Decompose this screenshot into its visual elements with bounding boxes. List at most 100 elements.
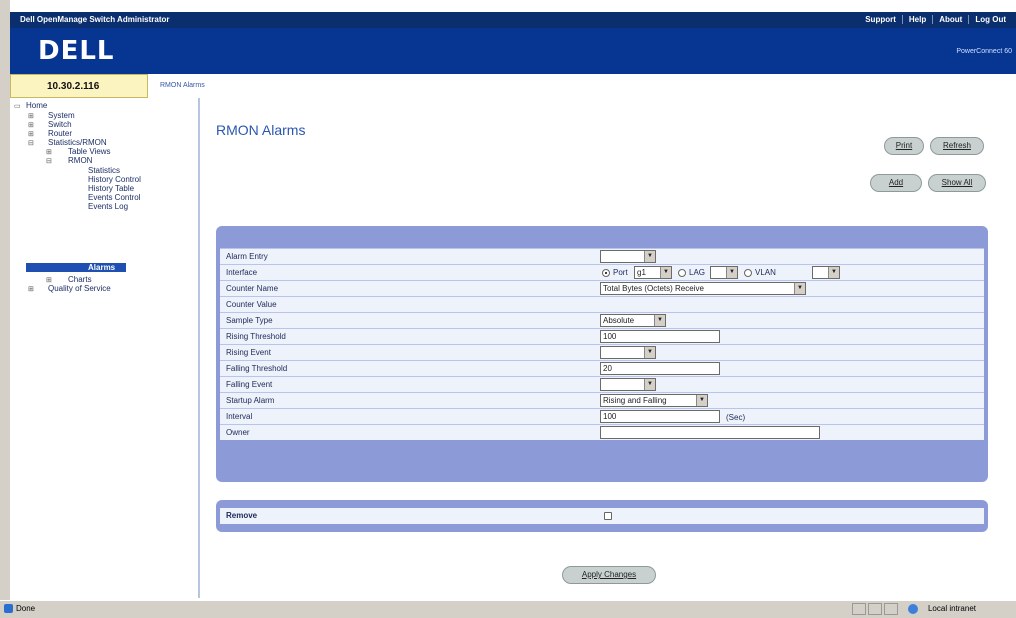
tree-item-events-log[interactable]: Events Log bbox=[88, 202, 128, 211]
interval-input[interactable]: 100 bbox=[600, 410, 720, 423]
print-button[interactable]: Print bbox=[884, 137, 924, 155]
interval-label: Interval bbox=[226, 412, 253, 421]
lag-label: LAG bbox=[689, 268, 706, 277]
lag-select[interactable]: ▼ bbox=[710, 266, 738, 279]
support-link[interactable]: Support bbox=[859, 15, 902, 24]
rising-event-row: Rising Event ▼ bbox=[220, 344, 984, 360]
owner-input[interactable] bbox=[600, 426, 820, 439]
tree-item-system[interactable]: System bbox=[48, 111, 75, 120]
tree-item-charts[interactable]: Charts bbox=[68, 275, 92, 284]
falling-event-label: Falling Event bbox=[226, 380, 273, 389]
browser-status-bar: Done Local intranet bbox=[0, 600, 1016, 618]
title-bar: Dell OpenManage Switch Administrator Sup… bbox=[10, 12, 1016, 28]
owner-label: Owner bbox=[226, 428, 250, 437]
top-links: Support Help About Log Out bbox=[859, 15, 1012, 24]
tree-item-events-control[interactable]: Events Control bbox=[88, 193, 140, 202]
rising-threshold-row: Rising Threshold 100 bbox=[220, 328, 984, 344]
sample-type-row: Sample Type Absolute ▼ bbox=[220, 312, 984, 328]
startup-alarm-label: Startup Alarm bbox=[226, 396, 275, 405]
breadcrumb-current[interactable]: RMON Alarms bbox=[160, 82, 205, 89]
dropdown-arrow-icon: ▼ bbox=[696, 395, 707, 406]
page-title: RMON Alarms bbox=[216, 122, 306, 138]
security-zone: Local intranet bbox=[927, 604, 976, 613]
expand-plus-icon[interactable]: ⊞ bbox=[46, 148, 52, 156]
dell-logo: DELL bbox=[38, 36, 115, 66]
navigation-tree: ▭ Home ⊞ System ⊞ Switch ⊞ Router ⊟ Stat… bbox=[10, 98, 200, 598]
help-link[interactable]: Help bbox=[901, 15, 932, 24]
port-select[interactable]: g1 ▼ bbox=[634, 266, 672, 279]
remove-label: Remove bbox=[226, 511, 258, 520]
expand-plus-icon[interactable]: ⊞ bbox=[28, 285, 34, 293]
lag-radio[interactable] bbox=[678, 269, 686, 277]
rising-event-label: Rising Event bbox=[226, 348, 271, 357]
counter-name-row: Counter Name Total Bytes (Octets) Receiv… bbox=[220, 280, 984, 296]
vlan-label: VLAN bbox=[755, 268, 776, 277]
breadcrumb: RMON Alarms bbox=[148, 74, 1016, 99]
dropdown-arrow-icon: ▼ bbox=[654, 315, 665, 326]
logout-link[interactable]: Log Out bbox=[968, 15, 1012, 24]
port-radio[interactable] bbox=[602, 269, 610, 277]
vlan-select[interactable]: ▼ bbox=[812, 266, 840, 279]
tree-item-history-control[interactable]: History Control bbox=[88, 175, 141, 184]
alarm-entry-row: Alarm Entry ▼ bbox=[220, 248, 984, 264]
rising-threshold-input[interactable]: 100 bbox=[600, 330, 720, 343]
dropdown-arrow-icon: ▼ bbox=[644, 347, 655, 358]
falling-event-select[interactable]: ▼ bbox=[600, 378, 656, 391]
dropdown-arrow-icon: ▼ bbox=[828, 267, 839, 278]
show-all-button[interactable]: Show All bbox=[928, 174, 986, 192]
expand-plus-icon[interactable]: ⊞ bbox=[28, 121, 34, 129]
refresh-button[interactable]: Refresh bbox=[930, 137, 984, 155]
falling-threshold-label: Falling Threshold bbox=[226, 364, 288, 373]
counter-name-select[interactable]: Total Bytes (Octets) Receive ▼ bbox=[600, 282, 806, 295]
product-name: PowerConnect 60 bbox=[956, 48, 1012, 55]
status-cell bbox=[884, 603, 898, 615]
tree-item-router[interactable]: Router bbox=[48, 129, 72, 138]
tree-item-statistics-rmon[interactable]: Statistics/RMON bbox=[48, 138, 107, 147]
interface-label: Interface bbox=[226, 268, 258, 277]
remove-row: Remove bbox=[220, 508, 984, 524]
vlan-radio[interactable] bbox=[744, 269, 752, 277]
window-frame-left bbox=[0, 0, 10, 617]
brand-bar: DELL PowerConnect 60 bbox=[10, 28, 1016, 74]
apply-changes-button[interactable]: Apply Changes bbox=[562, 566, 656, 584]
expand-plus-icon[interactable]: ⊞ bbox=[28, 112, 34, 120]
collapse-minus-icon[interactable]: ⊟ bbox=[28, 139, 34, 147]
expand-plus-icon[interactable]: ⊞ bbox=[28, 130, 34, 138]
alarm-form-panel: Alarm Entry ▼ Interface Port g1 ▼ LAG ▼ … bbox=[216, 226, 988, 482]
rising-threshold-label: Rising Threshold bbox=[226, 332, 286, 341]
page-icon bbox=[4, 604, 13, 613]
alarm-entry-select[interactable]: ▼ bbox=[600, 250, 656, 263]
owner-row: Owner bbox=[220, 424, 984, 440]
rising-event-select[interactable]: ▼ bbox=[600, 346, 656, 359]
remove-checkbox[interactable] bbox=[604, 512, 612, 520]
main-content: RMON Alarms Print Refresh Add Show All A… bbox=[200, 98, 1016, 598]
folder-icon: ▭ bbox=[14, 103, 21, 110]
tree-item-alarms[interactable]: Alarms bbox=[26, 263, 126, 272]
device-ip-box: 10.30.2.116 bbox=[10, 74, 148, 98]
remove-panel: Remove bbox=[216, 500, 988, 532]
falling-event-row: Falling Event ▼ bbox=[220, 376, 984, 392]
collapse-minus-icon[interactable]: ⊟ bbox=[46, 157, 52, 165]
about-link[interactable]: About bbox=[932, 15, 968, 24]
sample-type-value: Absolute bbox=[603, 316, 635, 325]
tree-item-rmon[interactable]: RMON bbox=[68, 156, 92, 165]
counter-value-row: Counter Value bbox=[220, 296, 984, 312]
tree-item-home[interactable]: Home bbox=[26, 101, 47, 110]
interface-row: Interface Port g1 ▼ LAG ▼ VLAN ▼ bbox=[220, 264, 984, 280]
tree-item-table-views[interactable]: Table Views bbox=[68, 147, 111, 156]
dropdown-arrow-icon: ▼ bbox=[644, 251, 655, 262]
app-title: Dell OpenManage Switch Administrator bbox=[20, 15, 170, 24]
add-button[interactable]: Add bbox=[870, 174, 922, 192]
dropdown-arrow-icon: ▼ bbox=[726, 267, 737, 278]
tree-item-history-table[interactable]: History Table bbox=[88, 184, 134, 193]
falling-threshold-input[interactable]: 20 bbox=[600, 362, 720, 375]
status-text: Done bbox=[16, 604, 36, 613]
expand-plus-icon[interactable]: ⊞ bbox=[46, 276, 52, 284]
tree-item-switch[interactable]: Switch bbox=[48, 120, 72, 129]
tree-item-quality-of-service[interactable]: Quality of Service bbox=[48, 284, 111, 293]
tree-item-rmon-statistics[interactable]: Statistics bbox=[88, 166, 120, 175]
alarm-entry-label: Alarm Entry bbox=[226, 252, 268, 261]
startup-alarm-select[interactable]: Rising and Falling ▼ bbox=[600, 394, 708, 407]
sample-type-select[interactable]: Absolute ▼ bbox=[600, 314, 666, 327]
counter-value-label: Counter Value bbox=[226, 300, 277, 309]
